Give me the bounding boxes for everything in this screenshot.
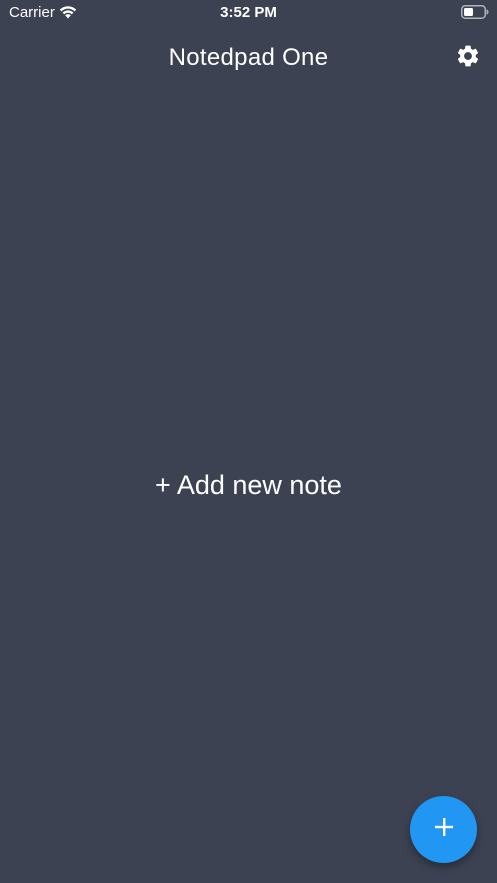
page-title: Notedpad One: [168, 44, 329, 71]
add-note-fab[interactable]: [410, 796, 477, 863]
status-time: 3:52 PM: [220, 4, 277, 21]
settings-button[interactable]: [452, 42, 484, 74]
battery-icon: [461, 5, 489, 19]
gear-icon: [455, 43, 481, 74]
status-bar: Carrier 3:52 PM: [0, 0, 497, 26]
plus-icon: [433, 816, 455, 843]
app-bar: Notedpad One: [0, 26, 497, 90]
add-new-note-button[interactable]: + Add new note: [0, 470, 497, 501]
notes-screen: Carrier 3:52 PM Notedpad One + Add new n…: [0, 0, 497, 883]
